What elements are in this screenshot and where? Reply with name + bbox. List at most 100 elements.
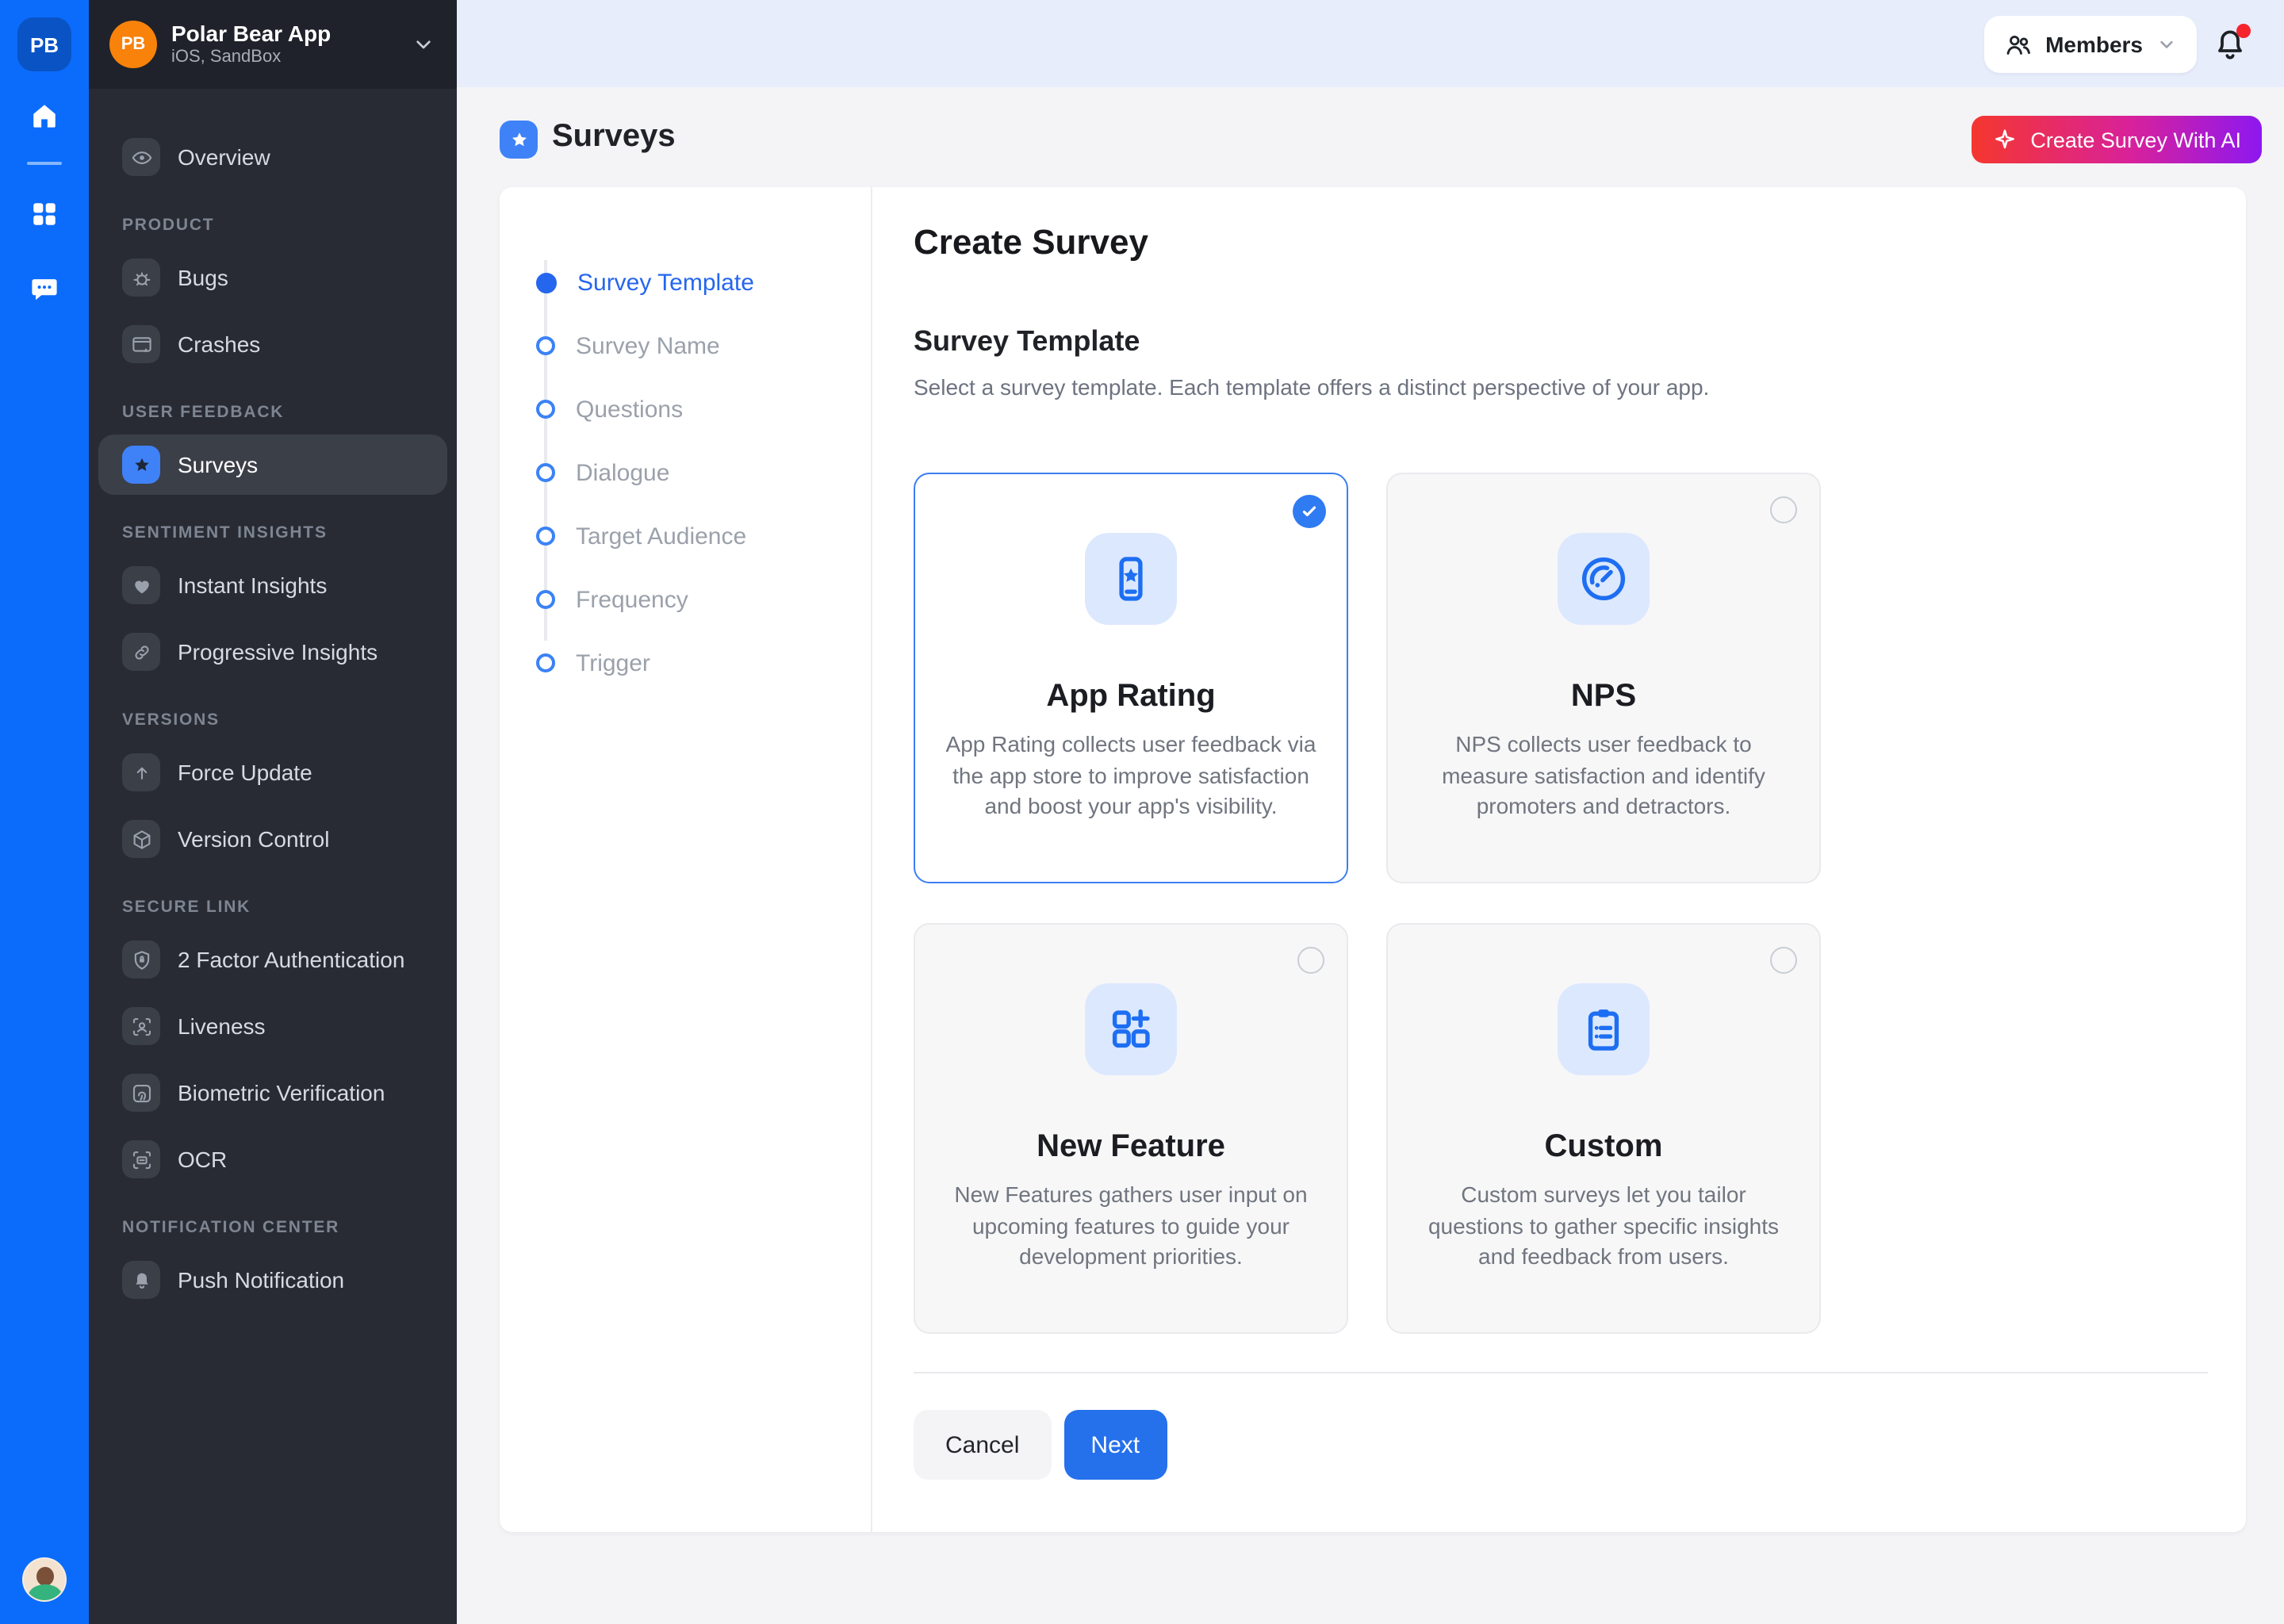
- shield-lock-icon: [122, 940, 160, 979]
- apps-grid-icon: [27, 197, 62, 232]
- step-label: Dialogue: [576, 459, 669, 486]
- app-avatar: PB: [109, 21, 157, 68]
- apps-button[interactable]: [22, 192, 67, 236]
- sidebar-nav: Overview PRODUCT Bugs Crashes USER FEEDB…: [89, 89, 457, 1310]
- section-title: Survey Template: [914, 324, 2208, 358]
- next-button[interactable]: Next: [1063, 1410, 1167, 1480]
- create-survey-ai-button[interactable]: Create Survey With AI: [1972, 116, 2262, 163]
- step-label: Trigger: [576, 649, 650, 676]
- template-title: NPS: [1388, 677, 1819, 715]
- cancel-button[interactable]: Cancel: [914, 1410, 1051, 1480]
- template-card-custom[interactable]: Custom Custom surveys let you tailor que…: [1386, 923, 1821, 1334]
- sidebar-item-label: Progressive Insights: [178, 639, 377, 665]
- step-label: Survey Template: [577, 269, 754, 296]
- avatar-head: [36, 1567, 54, 1586]
- step-trigger[interactable]: Trigger: [500, 631, 871, 695]
- bug-icon: [122, 259, 160, 297]
- template-description: App Rating collects user feedback via th…: [941, 730, 1321, 822]
- radio-unselected: [1770, 496, 1797, 523]
- radio-unselected: [1297, 947, 1324, 974]
- grid-plus-icon: [1085, 983, 1177, 1075]
- step-dot: [536, 527, 555, 546]
- workspace-logo[interactable]: PB: [17, 17, 71, 71]
- sidebar-item-progressive-insights[interactable]: Progressive Insights: [98, 622, 447, 682]
- arrow-up-icon: [122, 753, 160, 791]
- id-scan-icon: [122, 1140, 160, 1178]
- crash-window-icon: [122, 325, 160, 363]
- clipboard-icon: [1558, 983, 1650, 1075]
- template-description: NPS collects user feedback to measure sa…: [1413, 730, 1794, 822]
- wizard-actions: Cancel Next: [914, 1410, 2208, 1480]
- page-title: Surveys: [552, 119, 676, 155]
- chevron-down-icon: [2156, 33, 2178, 56]
- sidebar-item-ocr[interactable]: OCR: [98, 1129, 447, 1189]
- step-survey-name[interactable]: Survey Name: [500, 314, 871, 377]
- link-icon: [122, 633, 160, 671]
- wizard-content: Create Survey Survey Template Select a s…: [872, 187, 2246, 1532]
- step-label: Frequency: [576, 586, 688, 613]
- sidebar-item-push-notification[interactable]: Push Notification: [98, 1250, 447, 1310]
- notifications-button[interactable]: [2211, 24, 2252, 65]
- app-switcher[interactable]: PB Polar Bear App iOS, SandBox: [89, 0, 457, 89]
- create-survey-ai-label: Create Survey With AI: [2030, 128, 2241, 151]
- sidebar-item-crashes[interactable]: Crashes: [98, 314, 447, 374]
- step-dot: [536, 653, 555, 672]
- sidebar-item-instant-insights[interactable]: Instant Insights: [98, 555, 447, 615]
- step-target-audience[interactable]: Target Audience: [500, 504, 871, 568]
- template-card-new-feature[interactable]: New Feature New Features gathers user in…: [914, 923, 1348, 1334]
- sidebar-item-biometric[interactable]: Biometric Verification: [98, 1063, 447, 1123]
- sidebar-item-version-control[interactable]: Version Control: [98, 809, 447, 869]
- section-label-product: PRODUCT: [98, 216, 447, 235]
- sidebar-item-label: Overview: [178, 144, 270, 170]
- sidebar-item-label: Surveys: [178, 452, 258, 477]
- sidebar-item-label: Instant Insights: [178, 573, 327, 598]
- app-root: PB PB Polar Bear App iOS, Sa: [0, 0, 2284, 1624]
- section-label-notification-center: NOTIFICATION CENTER: [98, 1218, 447, 1237]
- home-button[interactable]: [22, 94, 67, 138]
- members-label: Members: [2045, 32, 2143, 57]
- sidebar-item-2fa[interactable]: 2 Factor Authentication: [98, 929, 447, 990]
- section-label-user-feedback: USER FEEDBACK: [98, 403, 447, 422]
- step-dot: [536, 463, 555, 482]
- sidebar-item-bugs[interactable]: Bugs: [98, 247, 447, 308]
- wizard-stepper: Survey Template Survey Name Questions Di…: [500, 187, 872, 1532]
- sidebar-item-surveys[interactable]: Surveys: [98, 435, 447, 495]
- step-dot: [536, 590, 555, 609]
- template-card-nps[interactable]: NPS NPS collects user feedback to measur…: [1386, 473, 1821, 883]
- step-dot: [536, 400, 555, 419]
- sidebar-item-label: Bugs: [178, 265, 228, 290]
- step-frequency[interactable]: Frequency: [500, 568, 871, 631]
- template-description: New Features gathers user input on upcom…: [941, 1180, 1321, 1273]
- sidebar-item-force-update[interactable]: Force Update: [98, 742, 447, 802]
- heart-icon: [122, 566, 160, 604]
- fingerprint-icon: [122, 1074, 160, 1112]
- section-label-secure-link: SECURE LINK: [98, 898, 447, 917]
- sidebar-item-label: Force Update: [178, 760, 312, 785]
- step-dialogue[interactable]: Dialogue: [500, 441, 871, 504]
- user-avatar[interactable]: [22, 1557, 67, 1602]
- sidebar-item-label: Version Control: [178, 826, 329, 852]
- selected-check-icon: [1293, 495, 1326, 528]
- members-button[interactable]: Members: [1983, 16, 2197, 73]
- phone-star-icon: [1085, 533, 1177, 625]
- template-title: Custom: [1388, 1128, 1819, 1166]
- template-card-app-rating[interactable]: App Rating App Rating collects user feed…: [914, 473, 1348, 883]
- section-label-sentiment: SENTIMENT INSIGHTS: [98, 523, 447, 542]
- sidebar-item-overview[interactable]: Overview: [98, 127, 447, 187]
- sidebar-item-label: OCR: [178, 1147, 227, 1172]
- step-survey-template[interactable]: Survey Template: [500, 251, 871, 314]
- step-questions[interactable]: Questions: [500, 377, 871, 441]
- chat-button[interactable]: [22, 266, 67, 311]
- footer-divider: [914, 1372, 2208, 1373]
- step-label: Questions: [576, 396, 683, 423]
- sidebar-item-liveness[interactable]: Liveness: [98, 996, 447, 1056]
- cube-icon: [122, 820, 160, 858]
- wizard-heading: Create Survey: [914, 222, 2208, 263]
- template-cards: App Rating App Rating collects user feed…: [914, 473, 1821, 1334]
- step-dot: [536, 336, 555, 355]
- template-title: New Feature: [915, 1128, 1347, 1166]
- notification-badge: [2236, 24, 2251, 38]
- sidebar-item-label: Liveness: [178, 1013, 266, 1039]
- step-label: Target Audience: [576, 523, 746, 550]
- sidebar-item-label: Biometric Verification: [178, 1080, 385, 1105]
